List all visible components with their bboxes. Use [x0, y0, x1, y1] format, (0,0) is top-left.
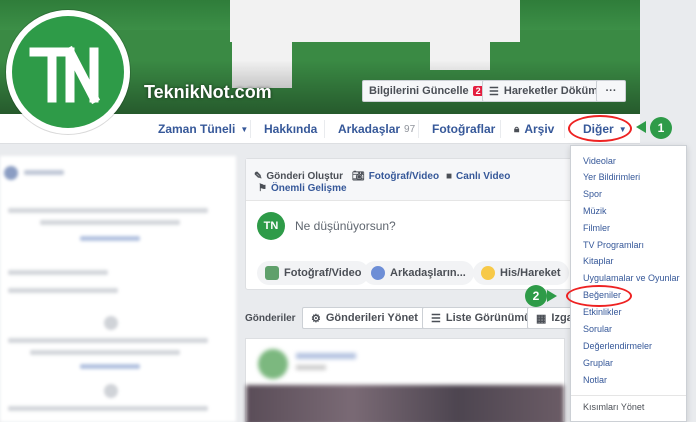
tab-friends[interactable]: Arkadaşlar 97	[338, 114, 415, 144]
list-icon: ☰	[489, 85, 499, 98]
video-camera-icon: ■	[446, 171, 453, 182]
activity-log-label: Hareketler Dökümü	[503, 85, 605, 97]
profile-avatar[interactable]	[6, 10, 130, 134]
nav-divider	[564, 120, 565, 138]
flag-icon: ⚑	[258, 183, 267, 194]
composer-avatar: TN	[257, 212, 285, 240]
tab-friends-label: Arkadaşlar	[338, 122, 401, 136]
menu-item-movies[interactable]: Filmler	[583, 223, 610, 233]
more-dropdown-menu: Videolar Yer Bildirimleri Spor Müzik Fil…	[570, 145, 687, 422]
posts-heading: Gönderiler	[245, 313, 296, 324]
highlight-ring-more	[568, 115, 632, 142]
menu-item-events[interactable]: Etkinlikler	[583, 307, 622, 317]
chevron-down-icon: ▼	[240, 124, 249, 134]
grid-icon: ▦	[536, 312, 547, 325]
tab-life-event[interactable]: ⚑ Önemli Gelişme	[258, 183, 347, 194]
nav-divider	[500, 120, 501, 138]
menu-item-questions[interactable]: Sorular	[583, 324, 612, 334]
menu-item-videos[interactable]: Videolar	[583, 156, 616, 166]
menu-item-notes[interactable]: Notlar	[583, 375, 607, 385]
callout-arrow-icon	[547, 290, 557, 302]
callout-step-2: 2	[525, 285, 547, 307]
avatar-logo	[12, 16, 124, 128]
tab-archive[interactable]: 🔒︎ Arşiv	[514, 114, 554, 144]
settings-icon: ⚙	[311, 312, 321, 325]
nav-divider	[418, 120, 419, 138]
tab-life-event-label: Önemli Gelişme	[270, 183, 347, 194]
pencil-icon: ✎	[254, 171, 263, 182]
lock-icon: 🔒︎	[514, 123, 520, 135]
tab-live-video-label: Canlı Video	[456, 171, 511, 182]
nav-divider	[250, 120, 251, 138]
post-card[interactable]	[245, 338, 565, 422]
tab-create-post[interactable]: ✎ Gönderi Oluştur	[254, 171, 343, 182]
page-right-margin	[640, 0, 696, 114]
menu-item-check-ins[interactable]: Yer Bildirimleri	[583, 172, 640, 182]
page-title[interactable]: TeknikNot.com	[144, 82, 272, 103]
post-preview	[246, 339, 564, 422]
menu-item-sports[interactable]: Spor	[583, 189, 602, 199]
menu-item-tv-shows[interactable]: TV Programları	[583, 240, 644, 250]
tab-timeline-label: Zaman Tüneli	[158, 122, 236, 136]
photo-icon	[265, 266, 279, 280]
activity-log-button[interactable]: ☰ Hareketler Dökümü	[482, 80, 612, 102]
tab-photo-video-label: Fotoğraf/Video	[368, 171, 440, 182]
manage-posts-label: Gönderileri Yönet	[325, 312, 418, 324]
feeling-label: His/Hareket	[500, 267, 561, 279]
more-options-button[interactable]: ···	[596, 80, 626, 102]
smiley-icon	[481, 266, 495, 280]
tab-archive-label: Arşiv	[524, 122, 555, 136]
tn-logo-icon	[29, 45, 101, 105]
photo-video-label: Fotoğraf/Video	[284, 267, 362, 279]
tab-timeline[interactable]: Zaman Tüneli ▼	[158, 114, 248, 144]
tag-friends-button[interactable]: Arkadaşların...	[363, 261, 474, 285]
manage-posts-button[interactable]: ⚙ Gönderileri Yönet	[302, 307, 427, 329]
globe-icon	[4, 166, 18, 180]
nav-divider	[324, 120, 325, 138]
tab-about[interactable]: Hakkında	[264, 114, 317, 144]
highlight-ring-likes	[566, 285, 632, 307]
menu-divider	[571, 395, 686, 396]
friends-count: 97	[404, 123, 416, 135]
more-dots-icon: ···	[605, 85, 617, 97]
callout-arrow-icon	[636, 121, 646, 133]
update-info-label: Bilgilerini Güncelle	[369, 85, 469, 97]
list-view-button[interactable]: ☰ Liste Görünümü	[422, 307, 540, 329]
update-info-button[interactable]: Bilgilerini Güncelle 2	[362, 80, 491, 102]
feeling-button[interactable]: His/Hareket	[473, 261, 569, 285]
menu-item-books[interactable]: Kitaplar	[583, 256, 614, 266]
camera-icon: 📷︎	[352, 171, 365, 182]
composer-input[interactable]: Ne düşünüyorsun?	[295, 219, 396, 233]
tab-photo-video[interactable]: 📷︎ Fotoğraf/Video	[352, 171, 439, 182]
tab-live-video[interactable]: ■ Canlı Video	[446, 171, 510, 182]
user-tag-icon	[371, 266, 385, 280]
manage-sections-item[interactable]: Kısımları Yönet	[583, 402, 644, 412]
menu-item-groups[interactable]: Gruplar	[583, 358, 613, 368]
menu-item-apps-games[interactable]: Uygulamalar ve Oyunlar	[583, 273, 680, 283]
list-icon: ☰	[431, 312, 441, 325]
list-view-label: Liste Görünümü	[445, 312, 531, 324]
photo-video-button[interactable]: Fotoğraf/Video	[257, 261, 370, 285]
menu-item-music[interactable]: Müzik	[583, 206, 607, 216]
callout-step-1: 1	[650, 117, 672, 139]
menu-item-reviews[interactable]: Değerlendirmeler	[583, 341, 652, 351]
tab-photos[interactable]: Fotoğraflar	[432, 114, 495, 144]
tab-create-post-label: Gönderi Oluştur	[266, 171, 344, 182]
intro-sidebar	[0, 156, 236, 422]
tag-friends-label: Arkadaşların...	[390, 267, 466, 279]
